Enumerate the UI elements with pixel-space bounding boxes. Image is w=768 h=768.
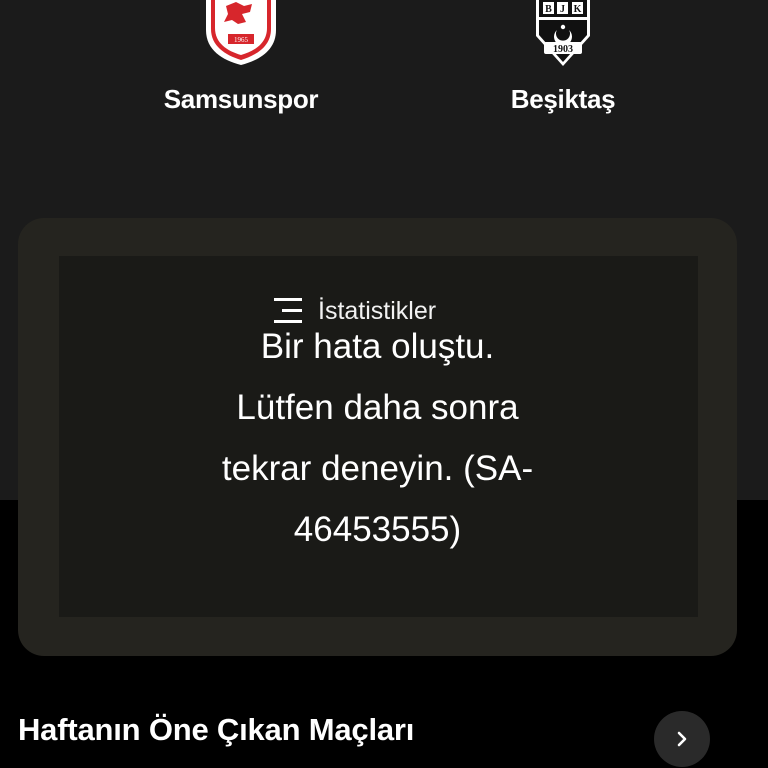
home-team[interactable]: 1965 Samsunspor <box>121 0 361 114</box>
chevron-right-icon <box>677 731 687 747</box>
error-line: 46453555) <box>293 510 462 549</box>
error-line: Bir hata oluştu. <box>260 327 495 366</box>
besiktas-logo-b: B <box>545 4 552 15</box>
besiktas-logo-k: K <box>574 4 582 15</box>
error-line: tekrar deneyin. (SA- <box>221 449 534 488</box>
besiktas-logo-icon: B J K 1903 <box>536 0 590 66</box>
featured-matches-more-button[interactable] <box>654 711 710 767</box>
besiktas-logo-j: J <box>560 4 565 15</box>
besiktas-logo-year: 1903 <box>553 44 573 55</box>
error-message: Bir hata oluştu. Lütfen daha sonra tekra… <box>18 316 737 560</box>
away-team[interactable]: B J K 1903 Beşiktaş <box>443 0 683 114</box>
error-line: Lütfen daha sonra <box>236 388 519 427</box>
featured-matches-title: Haftanın Öne Çıkan Maçları <box>18 712 415 747</box>
home-team-name: Samsunspor <box>163 84 319 114</box>
away-team-name: Beşiktaş <box>510 84 616 114</box>
samsunspor-logo-year: 1965 <box>234 36 249 44</box>
samsunspor-logo-icon: 1965 <box>206 0 276 65</box>
